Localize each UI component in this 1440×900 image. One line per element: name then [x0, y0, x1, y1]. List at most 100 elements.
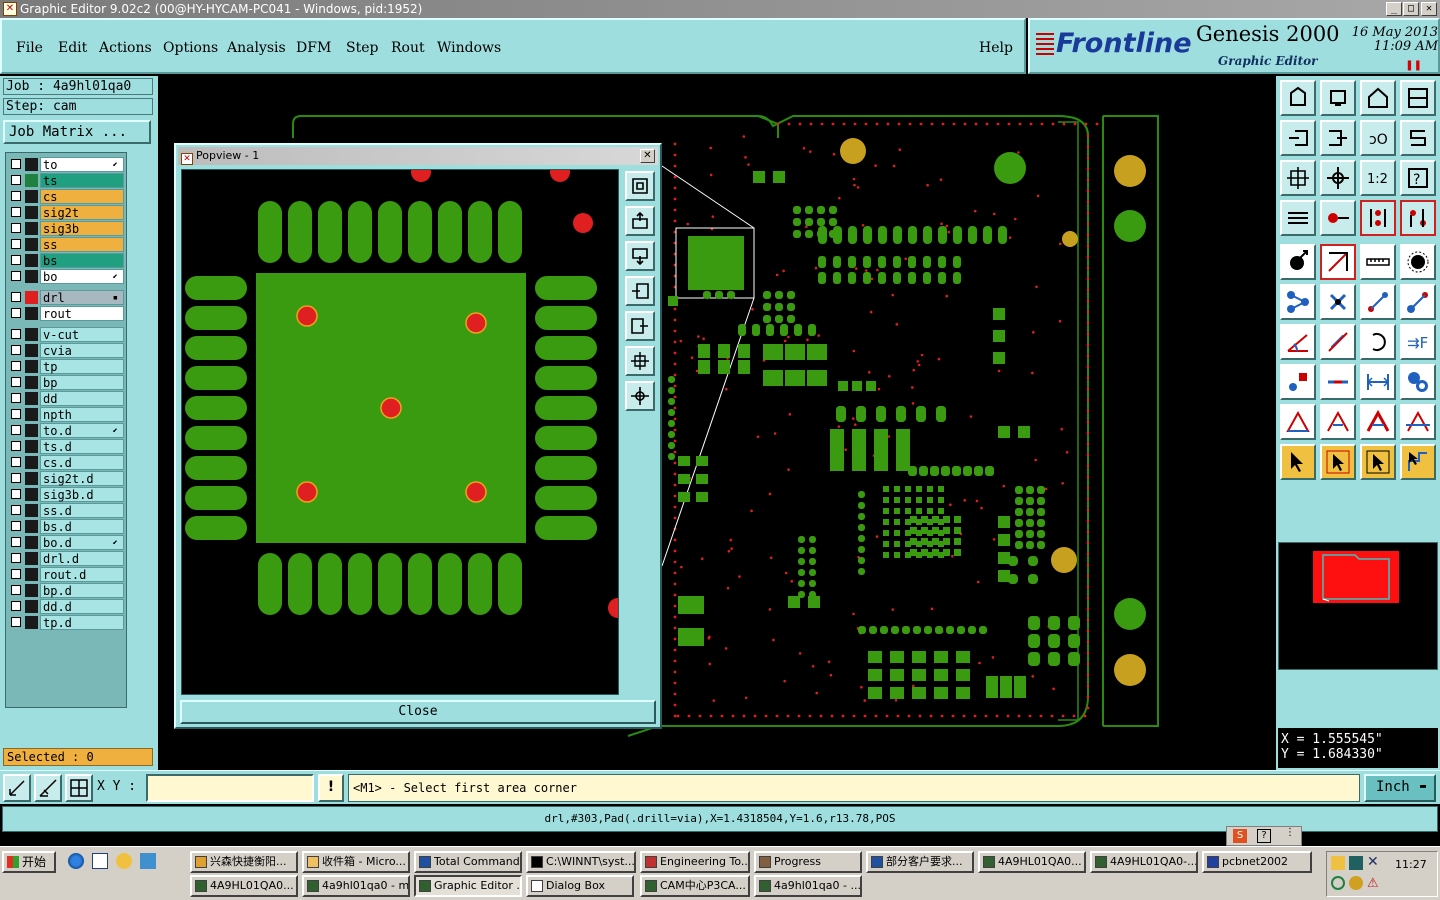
ime-more-icon[interactable]: ⋮ [1285, 827, 1295, 838]
layer-name[interactable]: drl.d [40, 551, 124, 566]
layer-checkbox[interactable] [11, 505, 21, 515]
layer-checkbox[interactable] [11, 489, 21, 499]
layer-name[interactable]: cs [40, 189, 124, 204]
pop-down-icon[interactable] [625, 241, 655, 271]
layer-row[interactable]: bp.d [6, 583, 128, 598]
home-icon[interactable] [1360, 80, 1396, 116]
layer-checkbox[interactable] [11, 377, 21, 387]
layer-row[interactable]: tp [6, 359, 128, 374]
layer-name[interactable]: bp.d [40, 583, 124, 598]
layer-name[interactable]: bs [40, 253, 124, 268]
rotate-icon[interactable]: ɔO [1360, 120, 1396, 156]
triangle-fill-icon[interactable] [1360, 404, 1396, 440]
layer-name[interactable]: to.d ⬋ [40, 423, 124, 438]
menu-options[interactable]: Options [163, 40, 218, 56]
layer-checkbox[interactable] [11, 292, 21, 302]
ratio-icon[interactable]: 1:2 [1360, 160, 1396, 196]
taskbar-item[interactable]: C:\WINNT\syst... [526, 851, 636, 873]
taskbar-item[interactable]: 兴森快捷衡阳... [190, 851, 298, 873]
zoom-out-icon[interactable] [1320, 120, 1356, 156]
layer-name[interactable]: rout [40, 306, 124, 321]
xy-input[interactable] [146, 774, 314, 802]
tray-network-icon[interactable] [1349, 856, 1363, 870]
layer-name[interactable]: bo ⬋ [40, 269, 124, 284]
layer-row[interactable]: ts.d [6, 439, 128, 454]
layer-row[interactable]: cvia [6, 343, 128, 358]
menu-windows[interactable]: Windows [437, 40, 501, 56]
layer-checkbox[interactable] [11, 207, 21, 217]
layer-row[interactable]: to.d ⬋ [6, 423, 128, 438]
pop-left-icon[interactable] [625, 276, 655, 306]
step-down-icon[interactable] [1320, 80, 1356, 116]
line-icon[interactable] [1320, 244, 1356, 280]
layer-row[interactable]: dd.d [6, 599, 128, 614]
pop-zoom-icon[interactable] [625, 171, 655, 201]
tray-alert-icon[interactable]: ⚠ [1367, 876, 1379, 891]
taskbar-item[interactable]: 4A9HL01QA0... [190, 875, 298, 897]
menu-rout[interactable]: Rout [391, 40, 425, 56]
mirror-icon[interactable] [1400, 120, 1436, 156]
ime-help-icon[interactable]: ? [1257, 829, 1271, 843]
layer-checkbox[interactable] [11, 521, 21, 531]
unit-selector[interactable]: Inch ▬ [1364, 774, 1436, 802]
step-up-icon[interactable] [1280, 80, 1316, 116]
layer-checkbox[interactable] [11, 329, 21, 339]
zoom-in-icon[interactable] [1280, 120, 1316, 156]
warning-button[interactable]: ! [318, 774, 344, 802]
tray-volume-icon[interactable] [1349, 876, 1363, 890]
layer-name[interactable]: to ⬋ [40, 157, 124, 172]
fit-icon[interactable] [1280, 160, 1316, 196]
measure-icon[interactable] [1320, 200, 1356, 236]
layer-name[interactable]: tp [40, 359, 124, 374]
taskbar-item[interactable]: 4A9HL01QA0... [978, 851, 1086, 873]
layer-row[interactable]: rout [6, 306, 128, 321]
net-icon[interactable] [1400, 200, 1436, 236]
taskbar-item[interactable]: Progress [754, 851, 862, 873]
layer-name[interactable]: ss [40, 237, 124, 252]
layer-name[interactable]: drl ▪ [40, 290, 124, 305]
select-icon[interactable] [1280, 444, 1316, 480]
layer-checkbox[interactable] [11, 473, 21, 483]
layer-checkbox[interactable] [11, 223, 21, 233]
outlook-icon[interactable] [92, 853, 108, 869]
layer-checkbox[interactable] [11, 617, 21, 627]
help-icon[interactable]: ? [1400, 160, 1436, 196]
pop-center-icon[interactable] [625, 381, 655, 411]
layer-row[interactable]: cs.d [6, 455, 128, 470]
select-path-icon[interactable] [1400, 444, 1436, 480]
connect-icon[interactable] [1280, 284, 1316, 320]
layer-checkbox[interactable] [11, 159, 21, 169]
menu-analysis[interactable]: Analysis [227, 40, 286, 56]
layer-name[interactable]: sig2t [40, 205, 124, 220]
pop-right-icon[interactable] [625, 311, 655, 341]
layer-name[interactable]: bp [40, 375, 124, 390]
layer-name[interactable]: ts.d [40, 439, 124, 454]
layer-name[interactable]: sig3b [40, 221, 124, 236]
layer-checkbox[interactable] [11, 537, 21, 547]
taskbar-item[interactable]: Total Command... [414, 851, 522, 873]
layer-row[interactable]: drl.d [6, 551, 128, 566]
layer-row[interactable]: sig3b.d [6, 487, 128, 502]
dimension-icon[interactable] [1360, 364, 1396, 400]
triangle-cut-icon[interactable] [1400, 404, 1436, 440]
layer-name[interactable]: sig3b.d [40, 487, 124, 502]
snap-icon[interactable] [3, 774, 31, 802]
layer-checkbox[interactable] [11, 191, 21, 201]
menu-step[interactable]: Step [346, 40, 378, 56]
layer-row[interactable]: npth [6, 407, 128, 422]
pop-up-icon[interactable] [625, 206, 655, 236]
ie-icon[interactable] [68, 853, 84, 869]
dash-icon[interactable] [1320, 364, 1356, 400]
minimize-button[interactable]: _ [1386, 2, 1402, 16]
menu-edit[interactable]: Edit [58, 40, 87, 56]
menu-help[interactable]: Help [979, 40, 1013, 56]
layer-row[interactable]: rout.d [6, 567, 128, 582]
ime-toolbar[interactable]: S ? ⋮ [1226, 826, 1302, 846]
layer-checkbox[interactable] [11, 255, 21, 265]
layer-checkbox[interactable] [11, 345, 21, 355]
tray-sync-icon[interactable] [1331, 876, 1345, 890]
layer-checkbox[interactable] [11, 585, 21, 595]
layer-name[interactable]: v-cut [40, 327, 124, 342]
layer-checkbox[interactable] [11, 441, 21, 451]
ruler-icon[interactable] [1360, 244, 1396, 280]
